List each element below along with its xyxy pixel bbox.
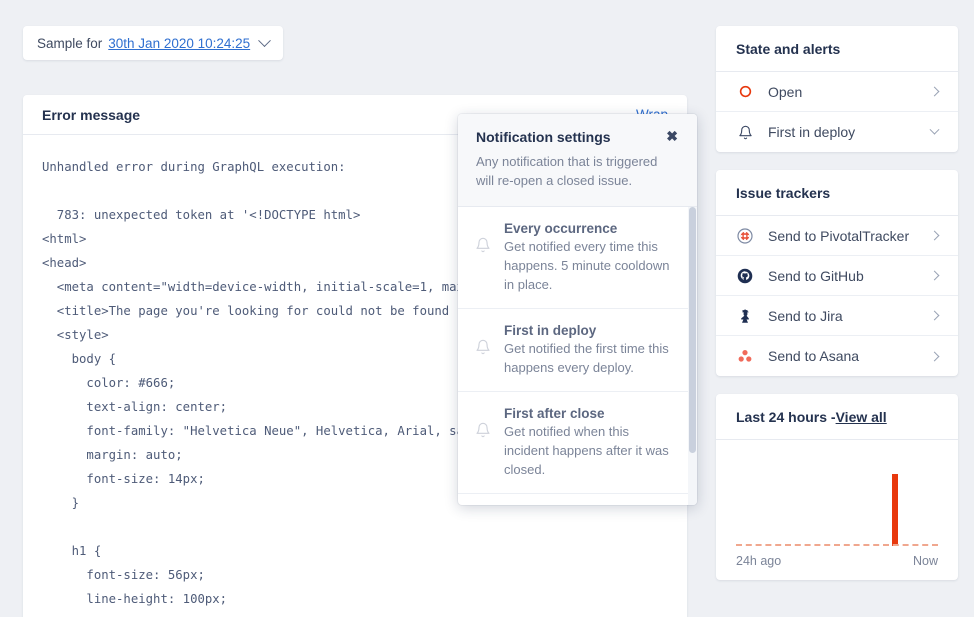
right-sidebar: State and alerts Open First in deploy Is… bbox=[716, 26, 958, 580]
axis-label-start: 24h ago bbox=[736, 554, 781, 568]
sample-timestamp-bar[interactable]: Sample for 30th Jan 2020 10:24:25 bbox=[23, 26, 283, 60]
bell-icon bbox=[736, 125, 754, 140]
chevron-down-icon[interactable] bbox=[258, 34, 271, 47]
axis-label-end: Now bbox=[913, 554, 938, 568]
tracker-label: Send to PivotalTracker bbox=[768, 228, 917, 244]
popover-subtitle: Any notification that is triggered will … bbox=[476, 152, 671, 190]
chevron-right-icon[interactable] bbox=[930, 351, 940, 361]
popover-header: Notification settings ✖ Any notification… bbox=[458, 114, 697, 207]
activity-panel-header: Last 24 hours - View all bbox=[716, 394, 958, 440]
bell-icon bbox=[475, 422, 491, 441]
activity-chart: 24h ago Now bbox=[716, 440, 958, 580]
chevron-right-icon[interactable] bbox=[930, 87, 940, 97]
state-row-first-in-deploy[interactable]: First in deploy bbox=[716, 112, 958, 152]
chart-bar[interactable] bbox=[892, 474, 898, 546]
tracker-row-asana[interactable]: Send to Asana bbox=[716, 336, 958, 376]
state-row-open[interactable]: Open bbox=[716, 72, 958, 112]
tracker-row-github[interactable]: Send to GitHub bbox=[716, 256, 958, 296]
jira-icon bbox=[736, 308, 754, 324]
chart-baseline bbox=[736, 544, 938, 546]
chevron-down-icon[interactable] bbox=[930, 124, 940, 134]
option-description: Get notified when this incident happens … bbox=[504, 422, 677, 479]
tracker-row-pivotaltracker[interactable]: Send to PivotalTracker bbox=[716, 216, 958, 256]
notification-option-first-after-close[interactable]: First after close Get notified when this… bbox=[458, 392, 697, 494]
view-all-link[interactable]: View all bbox=[836, 409, 887, 425]
option-description: Get notified every time this happens. 5 … bbox=[504, 237, 677, 294]
github-icon bbox=[736, 268, 754, 284]
tracker-label: Send to GitHub bbox=[768, 268, 917, 284]
asana-icon bbox=[736, 348, 754, 364]
tracker-row-jira[interactable]: Send to Jira bbox=[716, 296, 958, 336]
last-24-hours-panel: Last 24 hours - View all 24h ago Now bbox=[716, 394, 958, 580]
chevron-right-icon[interactable] bbox=[930, 311, 940, 321]
panel-title: State and alerts bbox=[716, 26, 958, 72]
alert-label: First in deploy bbox=[768, 124, 917, 140]
popover-scrollbar[interactable] bbox=[688, 207, 697, 505]
close-icon[interactable]: ✖ bbox=[665, 129, 679, 143]
bell-icon bbox=[475, 237, 491, 256]
chevron-right-icon[interactable] bbox=[930, 271, 940, 281]
tracker-label: Send to Jira bbox=[768, 308, 917, 324]
option-title: First after close bbox=[504, 406, 677, 421]
bell-icon bbox=[475, 339, 491, 358]
sample-timestamp-link[interactable]: 30th Jan 2020 10:24:25 bbox=[108, 36, 250, 51]
option-title: First in deploy bbox=[504, 323, 677, 338]
panel-title: Issue trackers bbox=[716, 170, 958, 216]
option-title: Every occurrence bbox=[504, 221, 677, 236]
chart-axis-labels: 24h ago Now bbox=[736, 554, 938, 568]
tracker-label: Send to Asana bbox=[768, 348, 917, 364]
popover-scrollbar-thumb[interactable] bbox=[689, 207, 696, 453]
notification-options-list: Every occurrence Get notified every time… bbox=[458, 207, 697, 505]
state-label: Open bbox=[768, 84, 917, 100]
chart-plot-area bbox=[736, 454, 938, 546]
notification-option-every-occurrence[interactable]: Every occurrence Get notified every time… bbox=[458, 207, 697, 309]
sample-for-label: Sample for bbox=[37, 36, 102, 51]
state-and-alerts-panel: State and alerts Open First in deploy bbox=[716, 26, 958, 152]
pivotaltracker-icon bbox=[736, 228, 754, 244]
panel-title: Error message bbox=[42, 107, 140, 123]
issue-trackers-panel: Issue trackers Send to PivotalTracker bbox=[716, 170, 958, 376]
open-circle-icon bbox=[736, 85, 754, 98]
notification-option-first-in-deploy[interactable]: First in deploy Get notified the first t… bbox=[458, 309, 697, 392]
notification-settings-popover: Notification settings ✖ Any notification… bbox=[458, 114, 697, 505]
activity-panel-title: Last 24 hours - bbox=[736, 409, 836, 425]
chevron-right-icon[interactable] bbox=[930, 231, 940, 241]
notification-option-never-notify[interactable]: Never notify No notifications at all. Th… bbox=[458, 494, 697, 505]
option-description: Get notified the first time this happens… bbox=[504, 339, 677, 377]
popover-title: Notification settings bbox=[476, 129, 611, 145]
